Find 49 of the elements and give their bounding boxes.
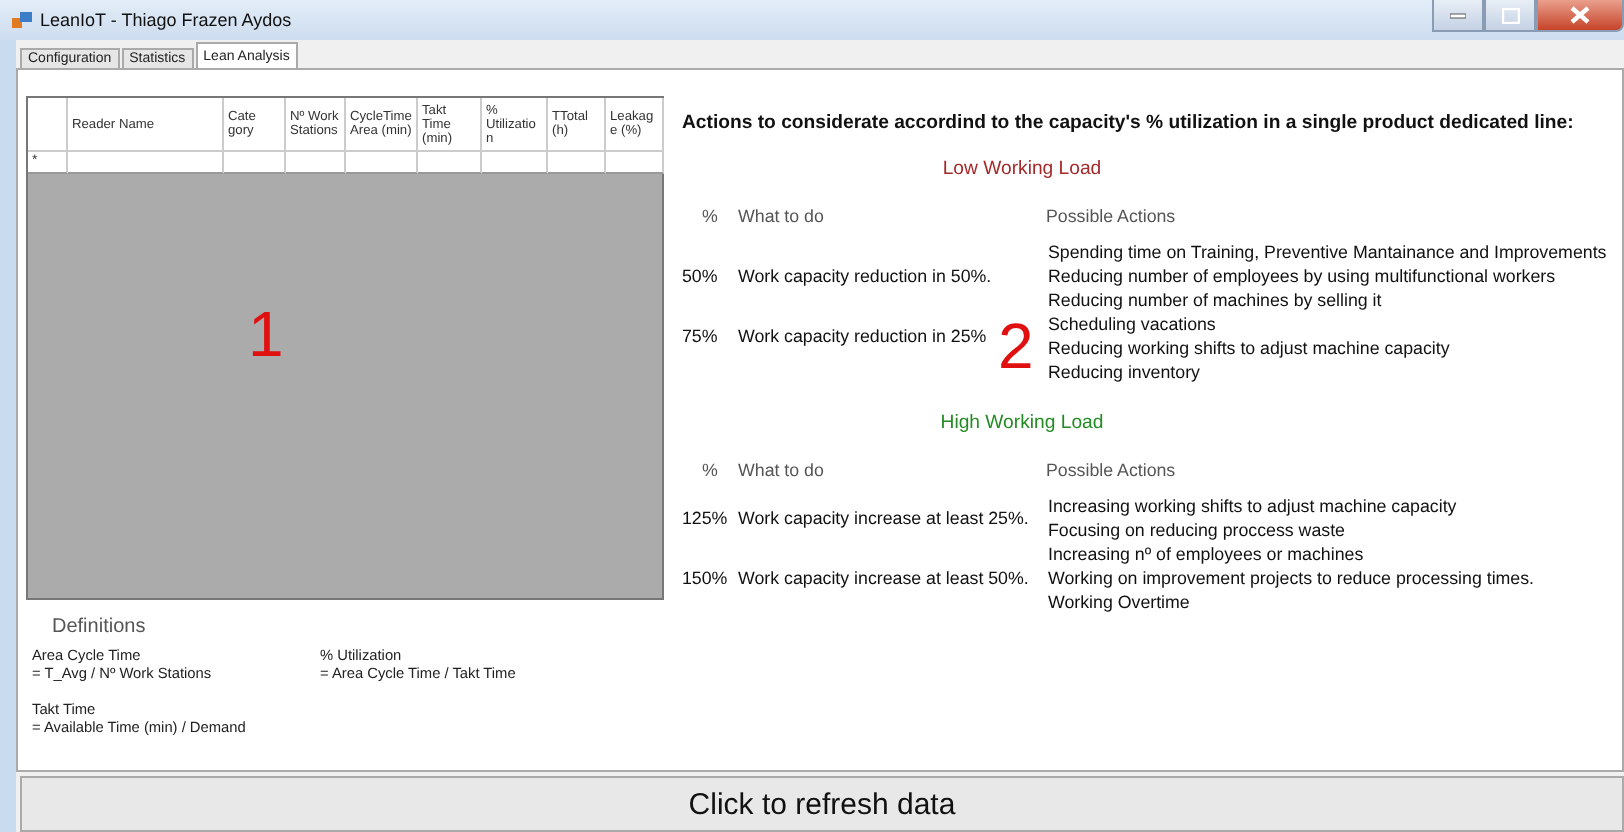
- table-cell[interactable]: [224, 152, 286, 174]
- percent-value: 150%: [682, 568, 730, 588]
- annotation-number: 1: [248, 298, 284, 372]
- section-title: High Working Load: [938, 412, 1106, 434]
- column-header: %: [700, 206, 720, 226]
- close-icon: [1570, 6, 1590, 24]
- percent-value: 50%: [682, 266, 720, 286]
- action-item: Spending time on Training, Preventive Mantainance and Improvements: [1048, 242, 1607, 262]
- action-item: Scheduling vacations: [1048, 314, 1218, 334]
- table-cell[interactable]: [346, 152, 418, 174]
- action-description: Work capacity increase at least 50%.: [738, 568, 1031, 588]
- column-header: %: [700, 460, 720, 480]
- action-item: Increasing working shifts to adjust machine capacity: [1048, 496, 1459, 516]
- action-item: Working Overtime: [1048, 592, 1192, 612]
- maximize-icon: [1501, 7, 1519, 23]
- maximize-button[interactable]: [1484, 0, 1536, 32]
- close-button[interactable]: [1536, 0, 1624, 32]
- minimize-icon: [1450, 11, 1466, 19]
- section-title: Definitions: [52, 616, 146, 638]
- table-cell[interactable]: [548, 152, 606, 174]
- action-item: Reducing inventory: [1048, 362, 1202, 382]
- action-item: Reducing number of machines by selling it: [1048, 290, 1384, 310]
- section-title: Low Working Load: [940, 158, 1104, 180]
- app-icon: [12, 10, 32, 30]
- window-title: LeanIoT - Thiago Frazen Aydos: [40, 10, 294, 30]
- action-item: Increasing nº of employees or machines: [1048, 544, 1366, 564]
- column-header: Possible Actions: [1046, 460, 1178, 480]
- refresh-button[interactable]: Click to refresh data: [20, 776, 1624, 832]
- action-item: Focusing on reducing proccess waste: [1048, 520, 1347, 540]
- column-header: What to do: [738, 460, 826, 480]
- column-header: What to do: [738, 206, 826, 226]
- minimize-button[interactable]: [1432, 0, 1484, 32]
- table-cell[interactable]: [606, 152, 664, 174]
- action-item: Reducing number of employees by using multifunctional workers: [1048, 266, 1558, 286]
- column-header: Possible Actions: [1046, 206, 1178, 226]
- table-cell[interactable]: [68, 152, 224, 174]
- table-cell[interactable]: [286, 152, 346, 174]
- panel-heading: Actions to considerate accordind to the capacity's % utilization in a single product dedicated line:: [682, 112, 1576, 134]
- action-description: Work capacity increase at least 25%.: [738, 508, 1031, 528]
- action-item: Working on improvement projects to reduce processing times.: [1048, 568, 1537, 588]
- annotation-number: 2: [998, 310, 1034, 384]
- percent-value: 125%: [682, 508, 730, 528]
- action-description: Work capacity reduction in 50%.: [738, 266, 994, 286]
- corner-header: [28, 98, 68, 152]
- action-description: Work capacity reduction in 25%: [738, 326, 989, 346]
- table-cell[interactable]: [418, 152, 482, 174]
- action-item: Reducing working shifts to adjust machine capacity: [1048, 338, 1452, 358]
- percent-value: 75%: [682, 326, 720, 346]
- table-cell[interactable]: [482, 152, 548, 174]
